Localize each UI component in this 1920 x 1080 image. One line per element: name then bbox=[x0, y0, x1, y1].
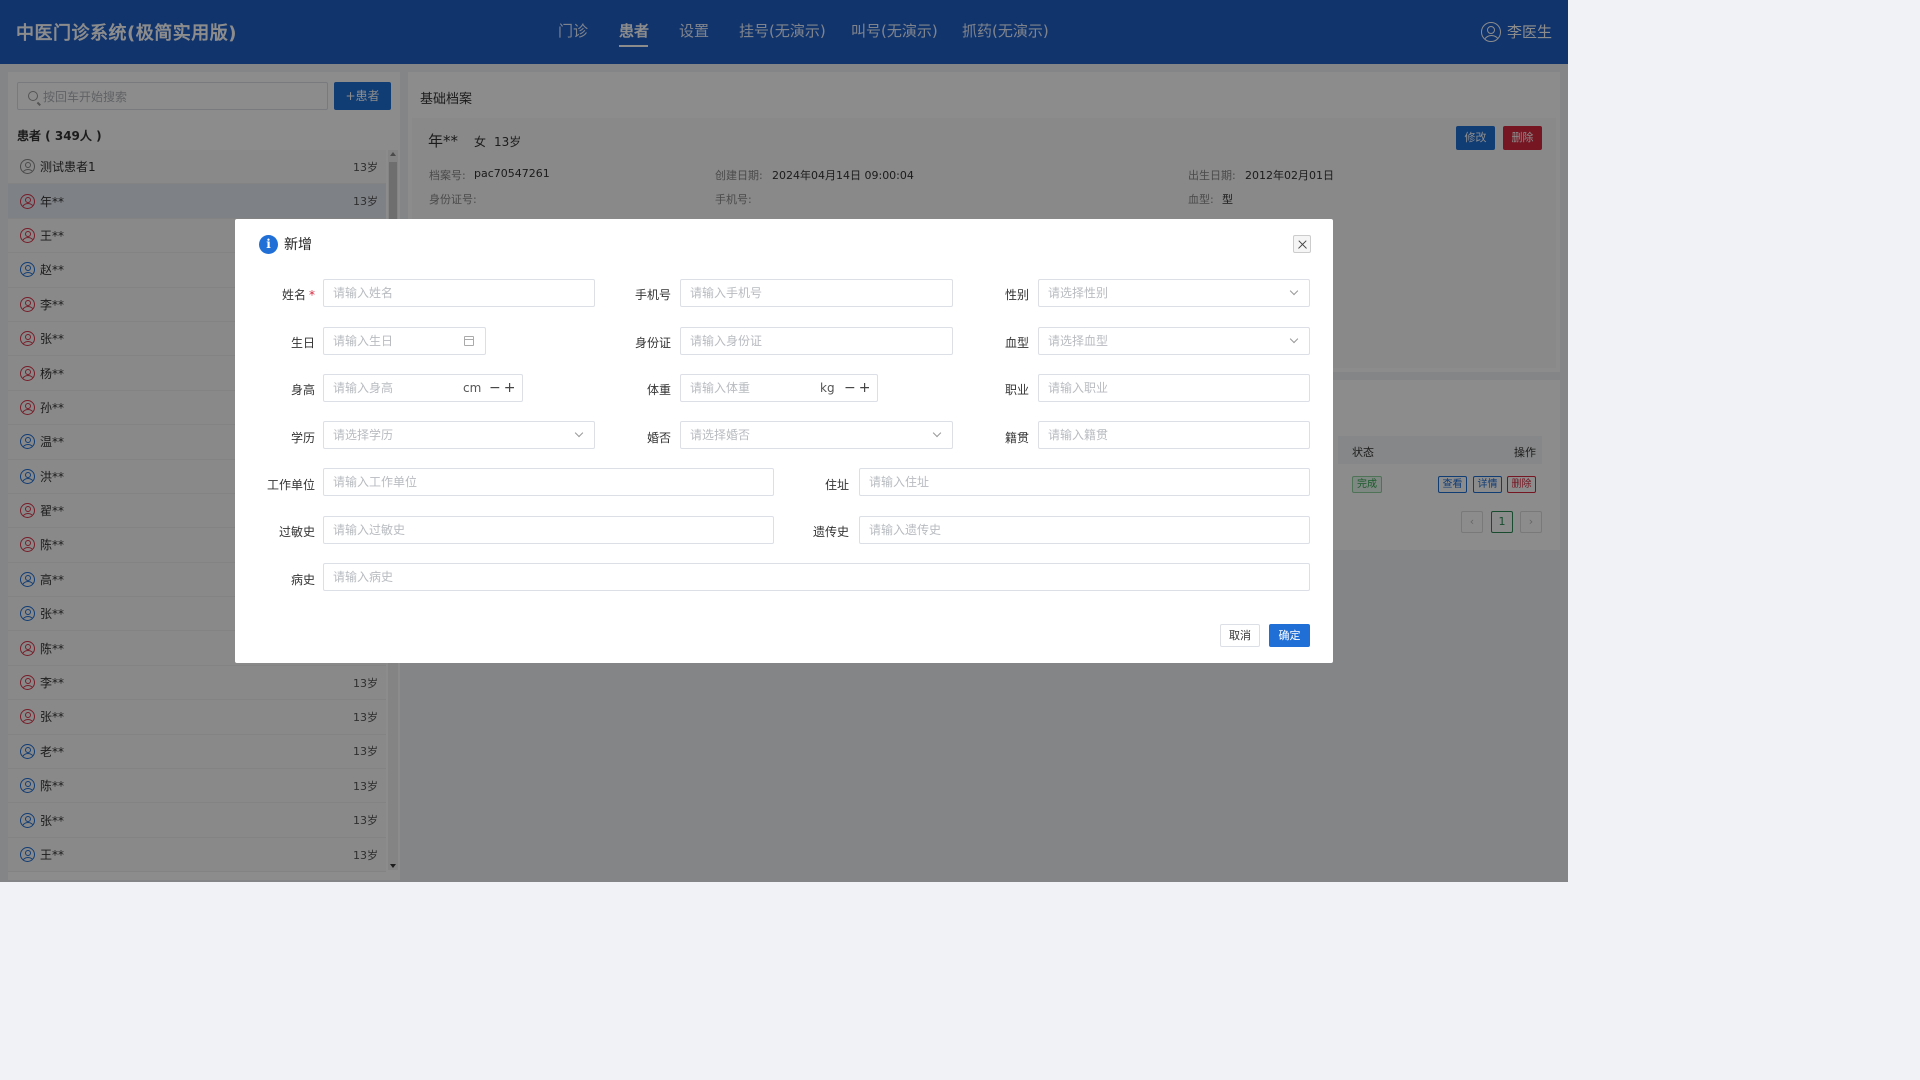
add-patient-modal: i 新增 姓名 * 请输入姓名 手机号 请输入手机号 性别 请选择性别 生日 请输… bbox=[235, 219, 1333, 663]
genetic-label: 遗传史 bbox=[812, 525, 849, 539]
weight-input[interactable]: 请输入体重 kg −+ bbox=[680, 374, 878, 402]
calendar-icon bbox=[464, 336, 474, 346]
weight-unit: kg bbox=[820, 381, 835, 395]
name-label: 姓名 * bbox=[281, 288, 315, 302]
history-input[interactable]: 请输入病史 bbox=[323, 563, 1310, 591]
birthday-input[interactable]: 请输入生日 bbox=[323, 327, 486, 355]
marital-label: 婚否 bbox=[646, 431, 671, 445]
allergy-label: 过敏史 bbox=[278, 525, 315, 539]
education-select[interactable]: 请选择学历 bbox=[323, 421, 595, 449]
job-input[interactable]: 请输入职业 bbox=[1038, 374, 1310, 402]
height-placeholder: 请输入身高 bbox=[333, 381, 394, 395]
phone-input[interactable]: 请输入手机号 bbox=[680, 279, 953, 307]
height-stepper[interactable]: −+ bbox=[489, 375, 518, 401]
height-label: 身高 bbox=[290, 383, 315, 397]
marital-select[interactable]: 请选择婚否 bbox=[680, 421, 953, 449]
idcard-input[interactable]: 请输入身份证 bbox=[680, 327, 953, 355]
birthday-placeholder: 请输入生日 bbox=[333, 334, 394, 348]
blood-select[interactable]: 请选择血型 bbox=[1038, 327, 1310, 355]
modal-title: 新增 bbox=[284, 237, 312, 253]
address-label: 住址 bbox=[824, 478, 849, 492]
name-input[interactable]: 请输入姓名 bbox=[323, 279, 595, 307]
height-unit: cm bbox=[463, 381, 482, 395]
modal-header: i 新增 bbox=[259, 234, 312, 254]
sex-select[interactable]: 请选择性别 bbox=[1038, 279, 1310, 307]
native-place-label: 籍贯 bbox=[1004, 431, 1029, 445]
phone-label: 手机号 bbox=[634, 288, 671, 302]
education-label: 学历 bbox=[290, 431, 315, 445]
job-label: 职业 bbox=[1004, 383, 1029, 397]
genetic-input[interactable]: 请输入遗传史 bbox=[859, 516, 1310, 544]
height-input[interactable]: 请输入身高 cm −+ bbox=[323, 374, 523, 402]
history-label: 病史 bbox=[290, 573, 315, 587]
native-place-input[interactable]: 请输入籍贯 bbox=[1038, 421, 1310, 449]
birthday-label: 生日 bbox=[290, 336, 315, 350]
sex-label: 性别 bbox=[1004, 288, 1029, 302]
close-icon[interactable] bbox=[1293, 235, 1311, 253]
company-input[interactable]: 请输入工作单位 bbox=[323, 468, 774, 496]
company-label: 工作单位 bbox=[266, 478, 315, 492]
weight-placeholder: 请输入体重 bbox=[690, 381, 751, 395]
confirm-button[interactable]: 确定 bbox=[1269, 624, 1310, 647]
cancel-button[interactable]: 取消 bbox=[1220, 624, 1260, 647]
blood-label: 血型 bbox=[1004, 336, 1029, 350]
info-icon: i bbox=[259, 234, 278, 254]
weight-label: 体重 bbox=[646, 383, 671, 397]
address-input[interactable]: 请输入住址 bbox=[859, 468, 1310, 496]
idcard-label: 身份证 bbox=[634, 336, 671, 350]
allergy-input[interactable]: 请输入过敏史 bbox=[323, 516, 774, 544]
weight-stepper[interactable]: −+ bbox=[844, 375, 873, 401]
